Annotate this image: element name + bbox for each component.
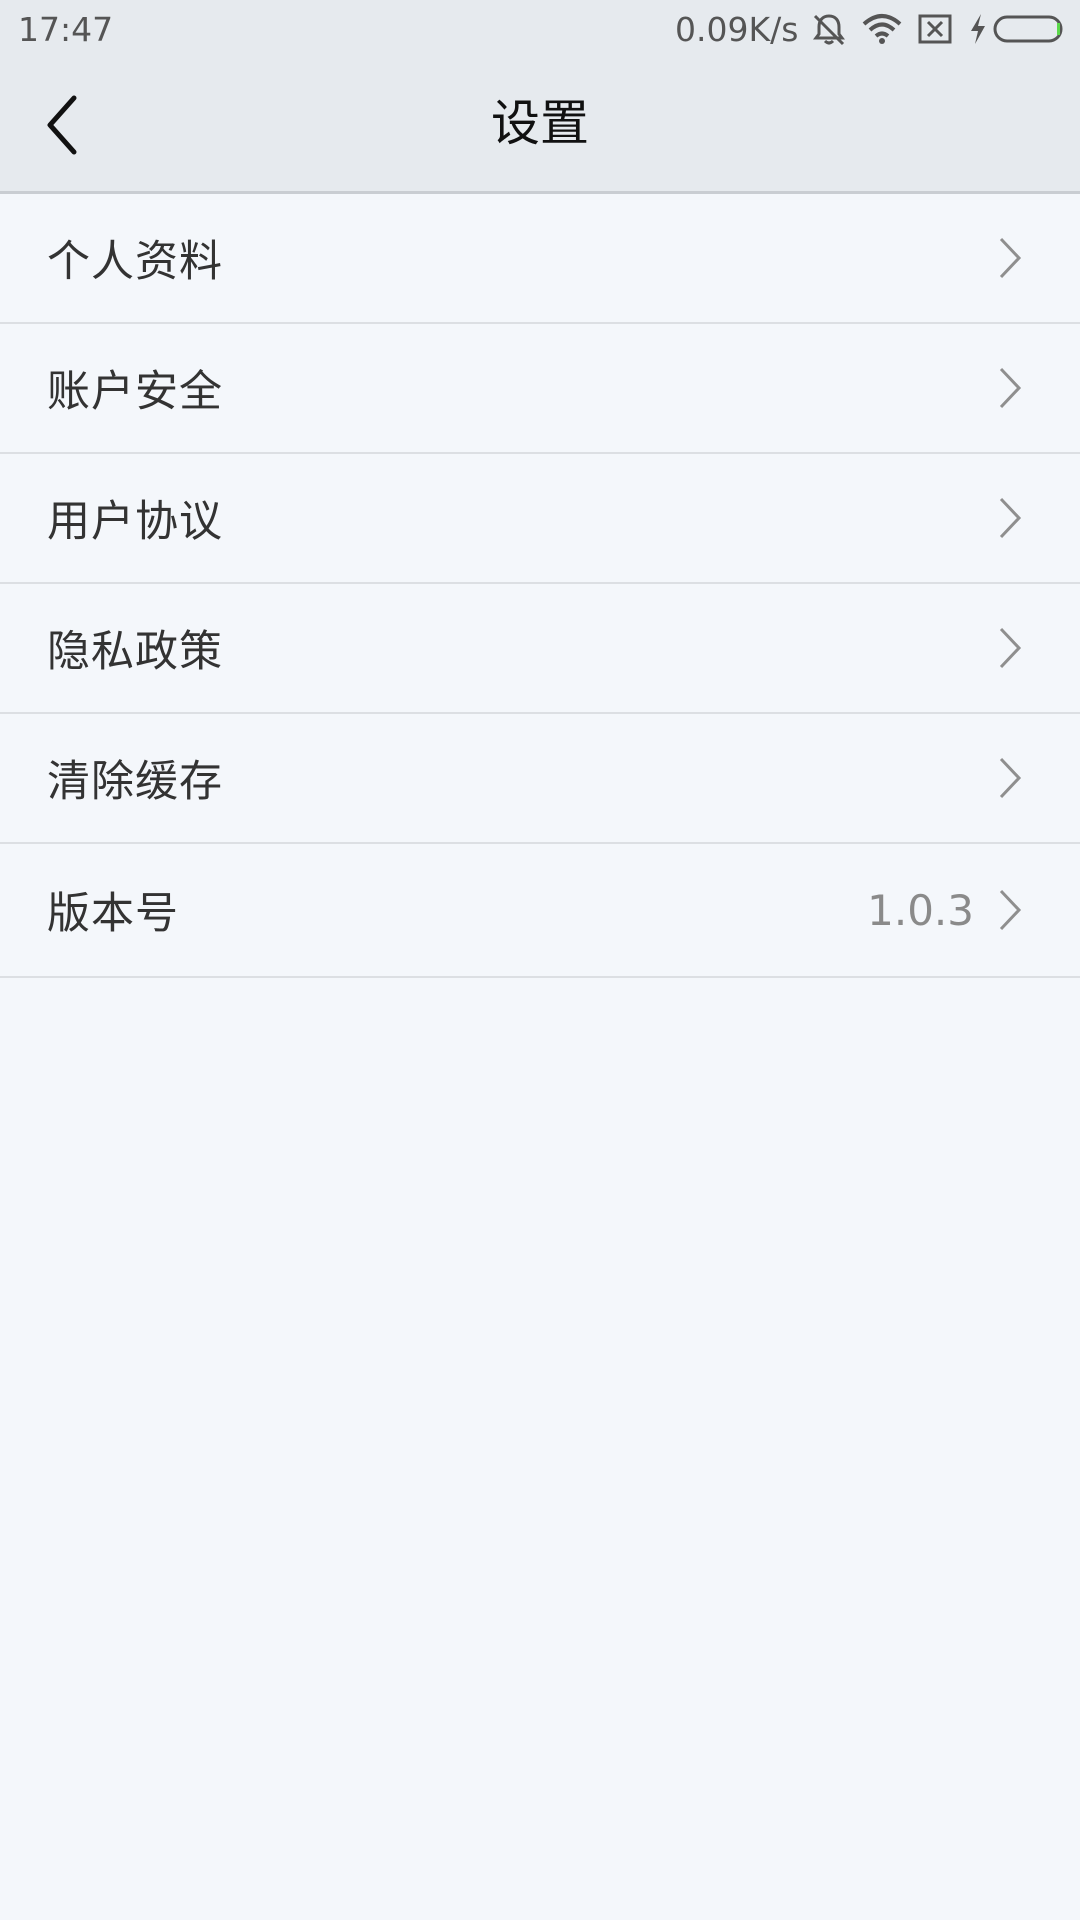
chevron-right-icon <box>999 757 1022 799</box>
battery-icon <box>993 15 1063 43</box>
settings-list: 个人资料 账户安全 用户协议 隐私政策 清除缓存 版本号 1.0.3 <box>0 194 1080 978</box>
settings-item-clear-cache[interactable]: 清除缓存 <box>0 714 1080 844</box>
settings-item-user-agreement[interactable]: 用户协议 <box>0 454 1080 584</box>
network-speed: 0.09K/s <box>675 10 799 49</box>
settings-item-label: 版本号 <box>47 889 179 939</box>
settings-item-label: 隐私政策 <box>47 627 223 677</box>
settings-item-label: 账户安全 <box>47 367 223 417</box>
chevron-right-icon <box>999 367 1022 409</box>
chevron-right-icon <box>999 889 1022 931</box>
settings-item-profile[interactable]: 个人资料 <box>0 194 1080 324</box>
settings-item-label: 用户协议 <box>47 497 223 547</box>
charging-bolt-icon <box>971 14 985 44</box>
status-bar: 17:47 0.09K/s <box>0 0 1080 60</box>
version-value: 1.0.3 <box>867 885 974 935</box>
sim-card-none-icon <box>918 14 952 44</box>
settings-item-account-security[interactable]: 账户安全 <box>0 324 1080 454</box>
mute-icon <box>813 14 845 46</box>
app-header: 设置 <box>0 60 1080 194</box>
status-time: 17:47 <box>18 10 114 49</box>
chevron-right-icon <box>999 627 1022 669</box>
chevron-right-icon <box>999 237 1022 279</box>
settings-item-label: 个人资料 <box>47 237 223 287</box>
settings-item-privacy-policy[interactable]: 隐私政策 <box>0 584 1080 714</box>
page-title: 设置 <box>490 95 589 152</box>
wifi-icon <box>862 14 902 44</box>
settings-item-label: 清除缓存 <box>47 757 223 807</box>
chevron-right-icon <box>999 497 1022 539</box>
settings-item-version[interactable]: 版本号 1.0.3 <box>0 844 1080 978</box>
